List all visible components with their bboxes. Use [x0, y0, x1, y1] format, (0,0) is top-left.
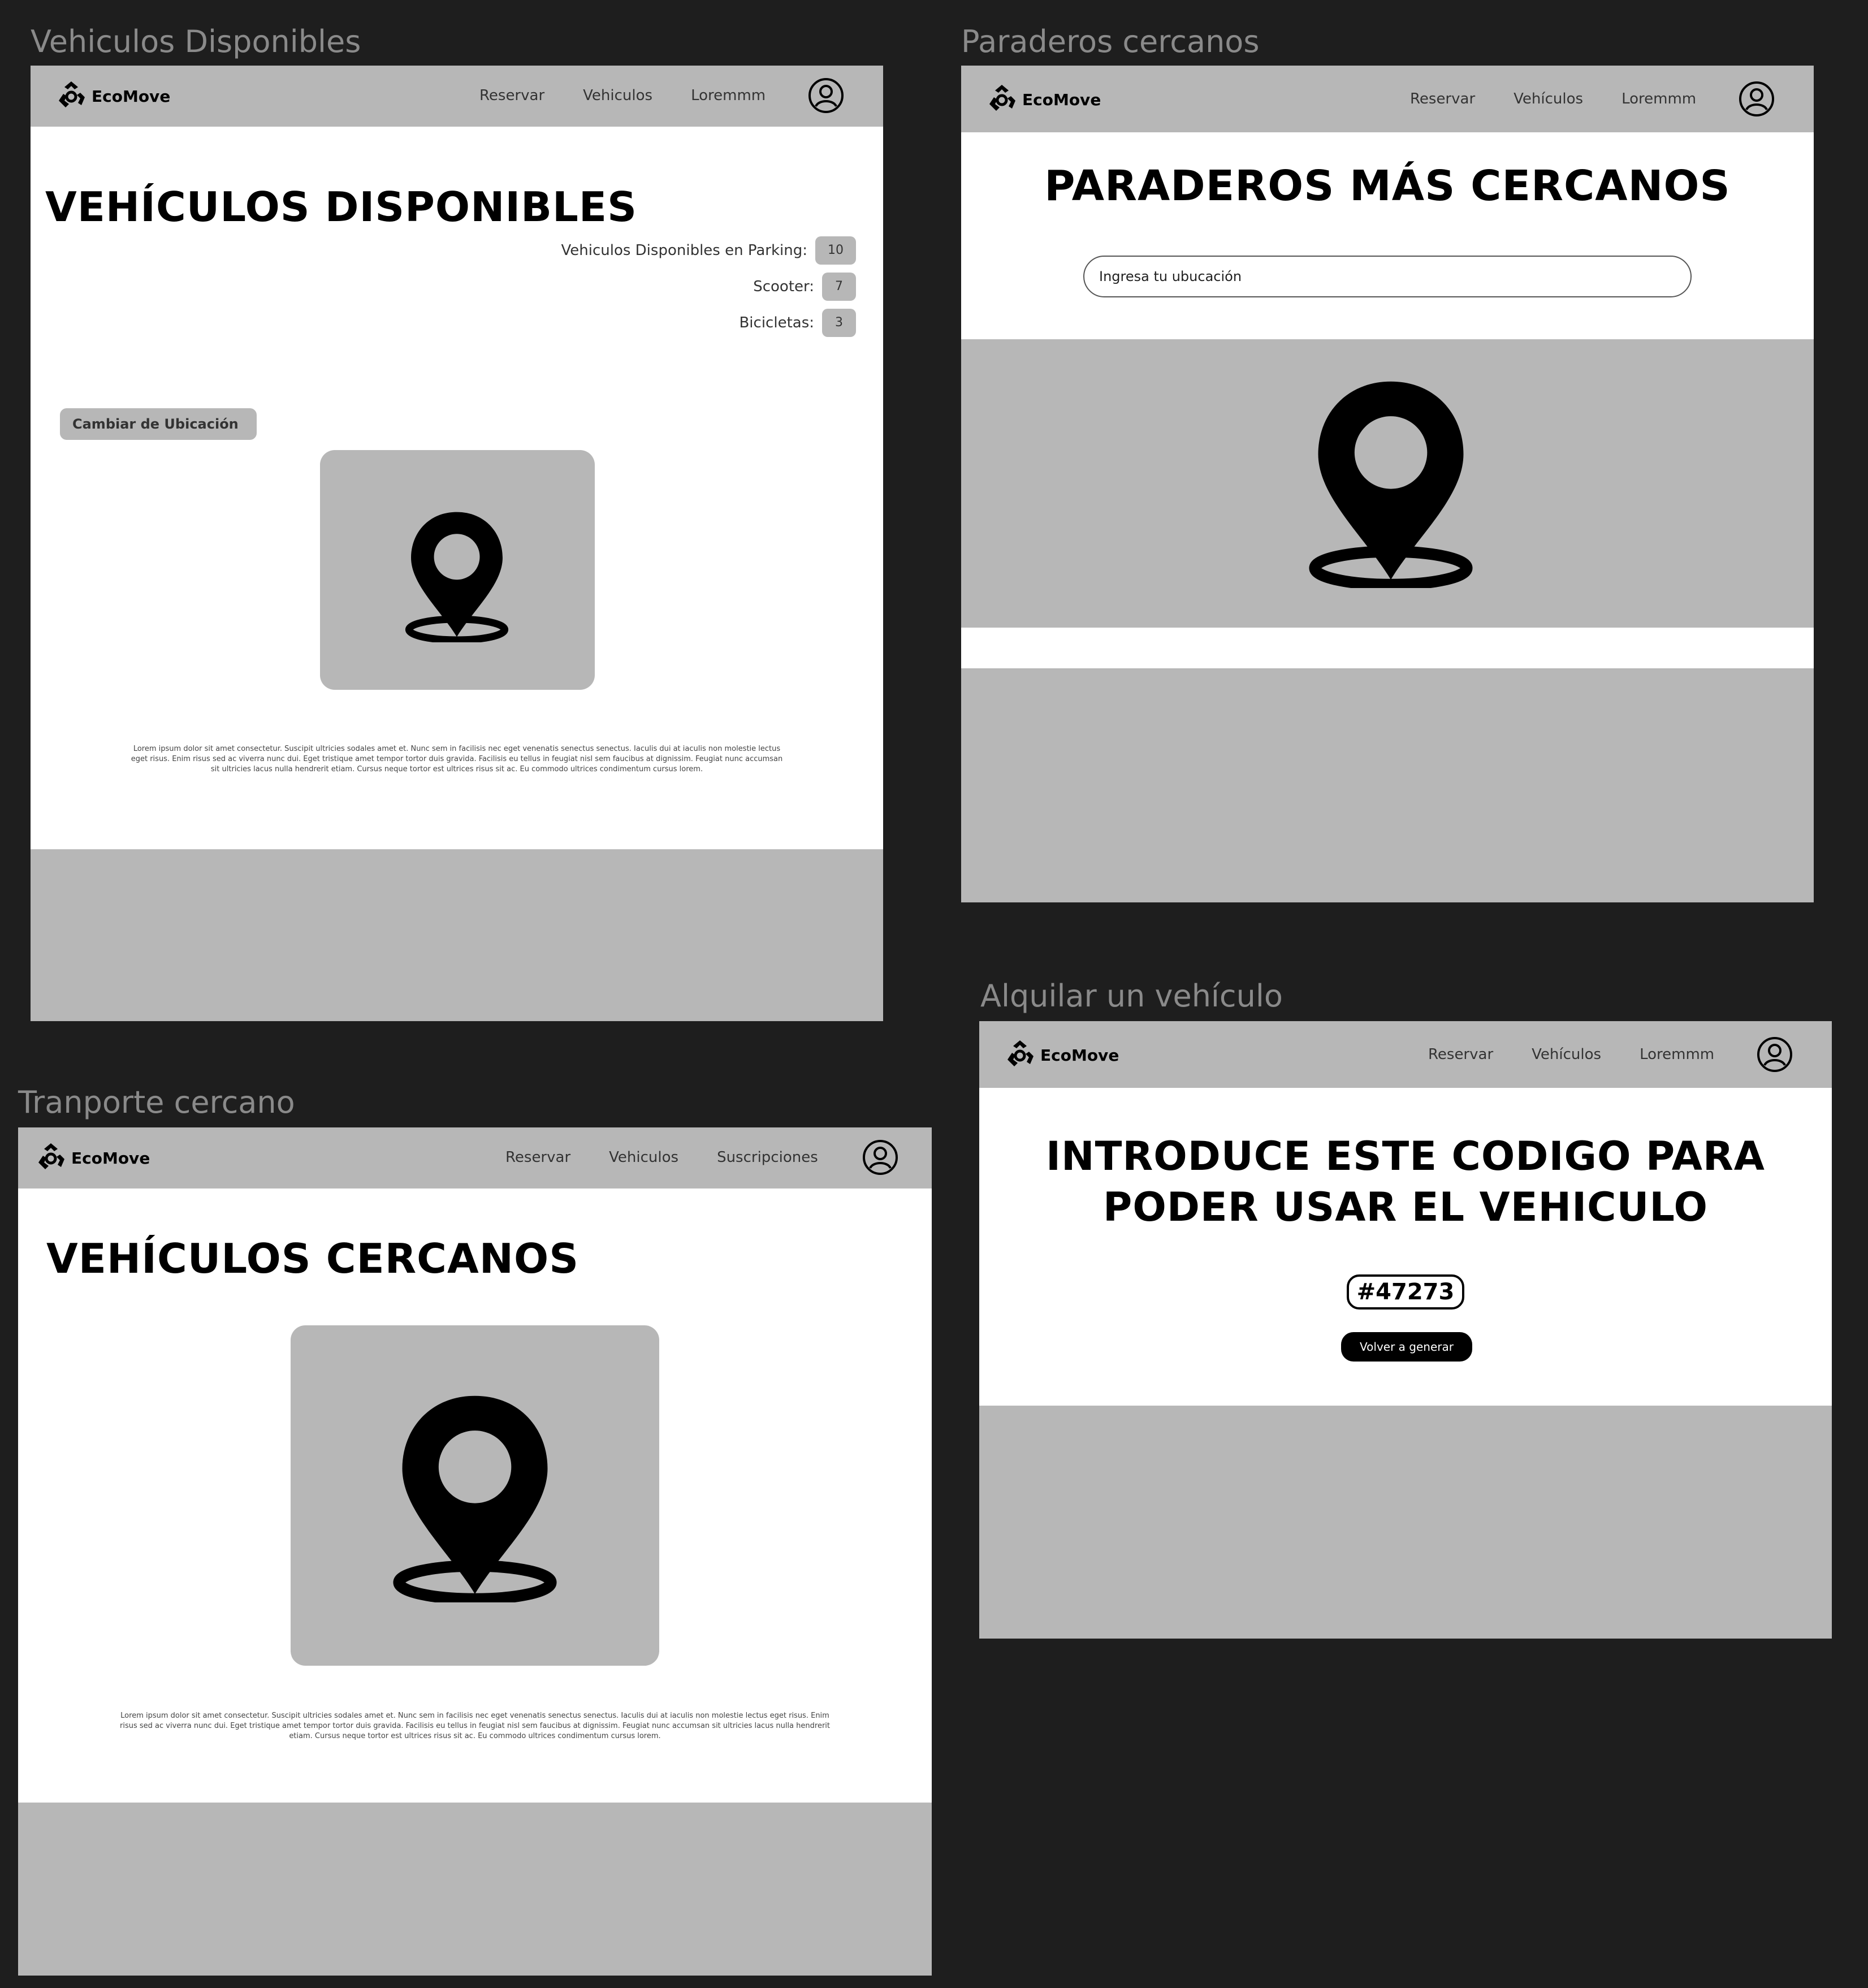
count-scooter-row: Scooter: 7: [753, 273, 856, 301]
location-pin-icon: [405, 507, 509, 642]
map-placeholder[interactable]: [320, 450, 595, 690]
user-avatar-icon[interactable]: [1738, 80, 1775, 118]
nav-vehiculos[interactable]: Vehículos: [1514, 90, 1583, 107]
recycle-logo-icon: [984, 81, 1020, 118]
brand-logo[interactable]: EcoMove: [53, 78, 170, 114]
description-text: Lorem ipsum dolor sit amet consectetur. …: [120, 1712, 830, 1740]
location-pin-icon: [1308, 373, 1473, 588]
regenerate-button[interactable]: Volver a generar: [1341, 1332, 1472, 1362]
count-scooter-label: Scooter:: [753, 278, 814, 295]
page-title-line-2: PODER USAR EL VEHICULO: [1103, 1184, 1708, 1230]
frame-paraderos: EcoMove Reservar Vehículos Loremmm PARAD…: [961, 66, 1814, 902]
nav-vehiculos[interactable]: Vehiculos: [609, 1149, 678, 1166]
page-title: PARADEROS MÁS CERCANOS: [1044, 162, 1731, 210]
count-bicicletas-row: Bicicletas: 3: [739, 309, 856, 337]
navbar: EcoMove Reservar Vehículos Loremmm: [961, 66, 1814, 132]
frame-label-vehiculos-disponibles: Vehiculos Disponibles: [31, 24, 361, 59]
divider-strip: [961, 628, 1814, 668]
brand-name: EcoMove: [92, 87, 171, 106]
map-area[interactable]: [961, 339, 1814, 628]
map-placeholder[interactable]: [291, 1325, 659, 1666]
nav-vehiculos[interactable]: Vehículos: [1532, 1046, 1601, 1063]
count-bicicletas-label: Bicicletas:: [739, 314, 814, 331]
page-title-line-1: INTRODUCE ESTE CODIGO PARA: [1046, 1133, 1765, 1179]
content-area: INTRODUCE ESTE CODIGO PARA PODER USAR EL…: [979, 1088, 1832, 1406]
frame-transporte: EcoMove Reservar Vehiculos Suscripciones…: [18, 1127, 932, 1976]
frame-label-transporte: Tranporte cercano: [18, 1084, 295, 1120]
nav-loremmm[interactable]: Loremmm: [691, 87, 766, 104]
recycle-logo-icon: [1002, 1037, 1038, 1073]
change-location-button[interactable]: Cambiar de Ubicación: [60, 408, 257, 440]
frame-label-alquilar: Alquilar un vehículo: [980, 978, 1283, 1014]
nav-loremmm[interactable]: Loremmm: [1640, 1046, 1714, 1063]
rental-code: #47273: [1347, 1274, 1464, 1310]
count-parking-row: Vehiculos Disponibles en Parking: 10: [561, 236, 856, 265]
navbar: EcoMove Reservar Vehículos Loremmm: [979, 1021, 1832, 1088]
page-title: VEHÍCULOS CERCANOS: [46, 1235, 580, 1282]
nav-reservar[interactable]: Reservar: [479, 87, 544, 104]
content-area: VEHÍCULOS CERCANOS Lorem ipsum dolor sit…: [18, 1189, 932, 1803]
page-title: INTRODUCE ESTE CODIGO PARA PODER USAR EL…: [979, 1131, 1832, 1233]
brand-logo[interactable]: EcoMove: [984, 81, 1101, 118]
user-avatar-icon[interactable]: [862, 1139, 899, 1176]
user-avatar-icon[interactable]: [807, 77, 845, 114]
brand-logo[interactable]: EcoMove: [33, 1140, 150, 1176]
frame-label-paraderos: Paraderos cercanos: [961, 24, 1260, 59]
page-title: VEHÍCULOS DISPONIBLES: [45, 183, 637, 231]
count-bicicletas-badge: 3: [822, 309, 856, 337]
brand-logo[interactable]: EcoMove: [1002, 1037, 1119, 1073]
navbar: EcoMove Reservar Vehiculos Suscripciones: [18, 1127, 932, 1189]
recycle-logo-icon: [33, 1140, 69, 1176]
frame-alquilar: EcoMove Reservar Vehículos Loremmm INTRO…: [979, 1021, 1832, 1639]
content-area: PARADEROS MÁS CERCANOS: [961, 132, 1814, 339]
content-area: VEHÍCULOS DISPONIBLES Vehiculos Disponib…: [31, 127, 883, 849]
brand-name: EcoMove: [1022, 90, 1101, 109]
navbar: EcoMove Reservar Vehiculos Loremmm: [31, 66, 883, 127]
location-search-input[interactable]: [1083, 256, 1692, 297]
count-parking-badge: 10: [815, 236, 856, 265]
nav-reservar[interactable]: Reservar: [505, 1149, 570, 1166]
count-scooter-badge: 7: [822, 273, 856, 301]
nav-reservar[interactable]: Reservar: [1428, 1046, 1493, 1063]
user-avatar-icon[interactable]: [1756, 1036, 1793, 1073]
frame-vehiculos-disponibles: EcoMove Reservar Vehiculos Loremmm VEHÍC…: [31, 66, 883, 1021]
count-parking-label: Vehiculos Disponibles en Parking:: [561, 242, 807, 259]
nav-suscripciones[interactable]: Suscripciones: [717, 1149, 818, 1166]
brand-name: EcoMove: [1040, 1045, 1119, 1065]
nav-vehiculos[interactable]: Vehiculos: [583, 87, 652, 104]
brand-name: EcoMove: [71, 1148, 150, 1168]
location-pin-icon: [392, 1388, 557, 1602]
description-text: Lorem ipsum dolor sit amet consectetur. …: [131, 745, 783, 773]
nav-loremmm[interactable]: Loremmm: [1621, 90, 1696, 107]
nav-reservar[interactable]: Reservar: [1410, 90, 1475, 107]
recycle-logo-icon: [53, 78, 89, 114]
